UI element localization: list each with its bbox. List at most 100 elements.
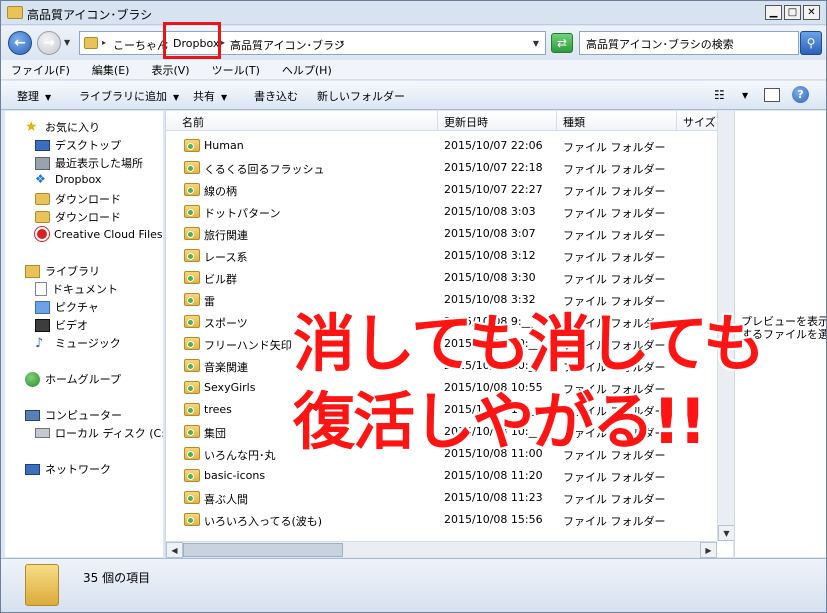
nav-downloads-2[interactable]: ダウンロード <box>35 209 121 225</box>
folder-icon <box>184 205 200 218</box>
folder-icon <box>184 315 200 328</box>
file-date: 2015/10/08 3:07 <box>444 227 536 240</box>
table-row[interactable]: 線の柄 2015/10/07 22:27 ファイル フォルダー <box>166 179 716 201</box>
file-name: basic-icons <box>204 469 266 482</box>
chevron-right-icon[interactable]: ▸ <box>221 38 225 47</box>
navigation-pane: ★ お気に入り デスクトップ 最近表示した場所 ❖ Dropbox ダウンロード ダ… <box>5 111 163 557</box>
nav-computer-label: コンピューター <box>45 409 122 422</box>
table-row[interactable]: ビル群 2015/10/08 3:30 ファイル フォルダー <box>166 267 716 289</box>
nav-dropbox[interactable]: ❖ Dropbox <box>35 173 101 187</box>
table-row[interactable]: いろいろ入ってる(波も) 2015/10/08 15:56 ファイル フォルダー <box>166 509 716 531</box>
table-row[interactable]: ドットパターン 2015/10/08 3:03 ファイル フォルダー <box>166 201 716 223</box>
table-row[interactable]: basic-icons 2015/10/08 11:20 ファイル フォルダー <box>166 465 716 487</box>
column-name[interactable]: 名前 <box>166 111 438 131</box>
forward-button[interactable]: → <box>37 31 61 55</box>
nav-pictures[interactable]: ピクチャ <box>35 299 99 315</box>
column-type[interactable]: 種類 <box>557 111 677 131</box>
horizontal-scroll-thumb[interactable] <box>183 543 343 557</box>
chevron-down-icon[interactable]: ▼ <box>742 91 748 100</box>
search-icon[interactable]: ⚲ <box>800 31 822 55</box>
table-row[interactable]: 旅行関連 2015/10/08 3:07 ファイル フォルダー <box>166 223 716 245</box>
scroll-right-icon[interactable]: ▶ <box>700 542 717 558</box>
desktop-icon <box>35 139 50 151</box>
file-name: ビル群 <box>204 273 237 286</box>
new-folder-button[interactable]: 新しいフォルダー <box>317 88 405 104</box>
folder-icon <box>184 447 200 460</box>
burn-button[interactable]: 書き込む <box>254 88 298 104</box>
nav-downloads-1[interactable]: ダウンロード <box>35 191 121 207</box>
folder-icon <box>184 249 200 262</box>
nav-network[interactable]: ネットワーク <box>25 461 111 477</box>
window-controls: ▁ □ ✕ <box>765 5 820 20</box>
share-button[interactable]: 共有 ▼ <box>193 88 227 104</box>
nav-videos-label: ビデオ <box>55 319 88 332</box>
add-to-library-button[interactable]: ライブラリに追加 ▼ <box>79 88 179 104</box>
file-name: 喜ぶ人間 <box>204 493 248 506</box>
nav-creative-cloud[interactable]: Creative Cloud Files <box>35 227 163 241</box>
nav-favorites[interactable]: ★ お気に入り <box>25 119 100 135</box>
file-name: くるくる回るフラッシュ <box>204 163 325 176</box>
table-row[interactable]: Human 2015/10/07 22:06 ファイル フォルダー <box>166 135 716 157</box>
nav-local-disk[interactable]: ローカル ディスク (C:) <box>35 425 163 441</box>
folder-icon <box>184 403 200 416</box>
refresh-button[interactable]: ⇄ <box>551 33 573 53</box>
nav-downloads-2-label: ダウンロード <box>55 211 121 224</box>
preview-pane-icon[interactable] <box>764 88 780 102</box>
back-button[interactable]: ← <box>8 31 32 55</box>
nav-libraries[interactable]: ライブラリ <box>25 263 100 279</box>
address-dropdown-icon[interactable]: ▼ <box>533 39 539 48</box>
caption-line-1: 消しても消しても <box>293 307 765 380</box>
file-type: ファイル フォルダー <box>563 141 666 154</box>
menu-tools[interactable]: ツール(T) <box>212 62 260 78</box>
help-icon[interactable]: ? <box>792 86 809 103</box>
nav-pictures-label: ピクチャ <box>55 301 99 314</box>
breadcrumb-user[interactable]: こーちゃん <box>113 37 168 53</box>
folder-icon <box>184 161 200 174</box>
menu-edit[interactable]: 編集(E) <box>92 62 130 78</box>
scroll-left-icon[interactable]: ◀ <box>166 542 183 558</box>
maximize-button[interactable]: □ <box>784 5 801 20</box>
file-name: 線の柄 <box>204 185 237 198</box>
file-name: 集団 <box>204 427 226 440</box>
menu-file[interactable]: ファイル(F) <box>11 62 70 78</box>
file-name: 音楽関連 <box>204 361 248 374</box>
folder-icon <box>25 564 59 606</box>
horizontal-scrollbar[interactable]: ◀ ▶ <box>166 541 717 558</box>
nav-homegroup[interactable]: ホームグループ <box>25 371 121 387</box>
close-button[interactable]: ✕ <box>803 5 820 20</box>
address-bar[interactable]: ▸ こーちゃん ▸ Dropbox ▸ 高品質アイコン･ブラシ ▾ ▼ <box>79 31 546 55</box>
nav-computer[interactable]: コンピューター <box>25 407 122 423</box>
search-input[interactable]: 高品質アイコン･ブラシの検索 <box>579 31 799 55</box>
menu-view[interactable]: 表示(V) <box>151 62 189 78</box>
minimize-button[interactable]: ▁ <box>765 5 782 20</box>
address-row: ← → ▼ ▸ こーちゃん ▸ Dropbox ▸ 高品質アイコン･ブラシ ▾ … <box>1 26 826 60</box>
nav-creative-cloud-label: Creative Cloud Files <box>54 227 163 241</box>
column-date[interactable]: 更新日時 <box>438 111 557 131</box>
table-row[interactable]: レース系 2015/10/08 3:12 ファイル フォルダー <box>166 245 716 267</box>
organize-button[interactable]: 整理 ▼ <box>17 88 51 104</box>
view-options-icon[interactable]: ☷ <box>714 88 725 102</box>
table-row[interactable]: くるくる回るフラッシュ 2015/10/07 22:18 ファイル フォルダー <box>166 157 716 179</box>
nav-music[interactable]: ♪ ミュージック <box>35 335 121 351</box>
nav-network-label: ネットワーク <box>45 463 111 476</box>
recent-pages-dropdown-icon[interactable]: ▼ <box>64 38 70 47</box>
nav-local-disk-label: ローカル ディスク (C:) <box>55 427 163 440</box>
file-type: ファイル フォルダー <box>563 207 666 220</box>
chevron-down-icon[interactable]: ▾ <box>340 38 344 47</box>
file-date: 2015/10/08 15:56 <box>444 513 543 526</box>
video-icon <box>35 318 50 332</box>
chevron-right-icon[interactable]: ▸ <box>102 38 106 47</box>
file-type: ファイル フォルダー <box>563 185 666 198</box>
nav-favorites-label: お気に入り <box>45 121 100 134</box>
nav-documents[interactable]: ドキュメント <box>35 281 118 297</box>
menu-help[interactable]: ヘルプ(H) <box>282 62 332 78</box>
table-row[interactable]: 喜ぶ人間 2015/10/08 11:23 ファイル フォルダー <box>166 487 716 509</box>
breadcrumb-current[interactable]: 高品質アイコン･ブラシ <box>230 37 345 53</box>
nav-recent[interactable]: 最近表示した場所 <box>35 155 143 171</box>
nav-recent-label: 最近表示した場所 <box>55 157 143 170</box>
folder-icon <box>184 491 200 504</box>
nav-videos[interactable]: ビデオ <box>35 317 88 333</box>
file-date: 2015/10/08 3:12 <box>444 249 536 262</box>
nav-desktop[interactable]: デスクトップ <box>35 137 121 153</box>
scroll-down-icon[interactable]: ▼ <box>718 525 735 541</box>
